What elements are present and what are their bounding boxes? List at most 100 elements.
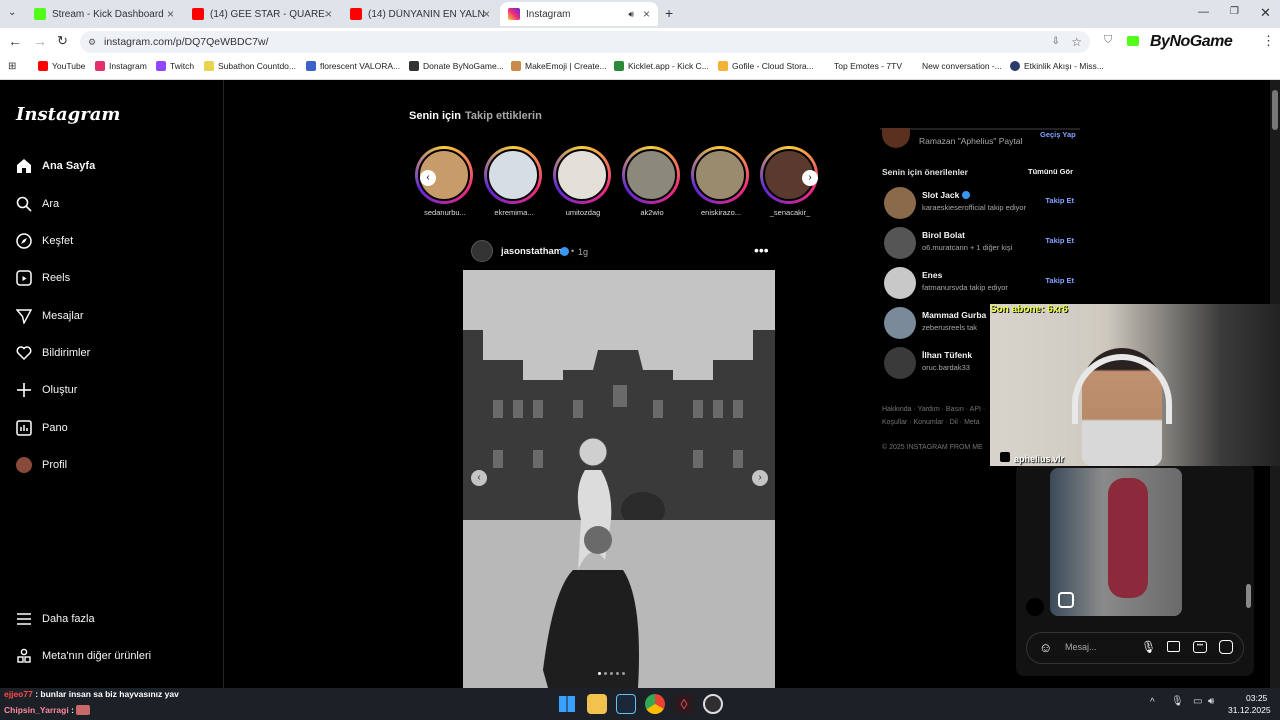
microphone-icon[interactable]: 🎙︎ (1141, 640, 1156, 654)
tray-chevron-icon[interactable]: ^ (1150, 697, 1155, 708)
nav-meta-products[interactable]: Meta'nın diğer ürünleri (16, 648, 151, 664)
menu-icon[interactable]: ⋮ (1262, 33, 1275, 49)
see-all-link[interactable]: Tümünü Gör (1028, 167, 1073, 176)
start-icon[interactable] (559, 696, 575, 712)
bynogame-logo[interactable]: ByNoGame (1150, 33, 1233, 51)
nav-messages[interactable]: Mesajlar (16, 308, 84, 324)
story-item[interactable]: eniskirazo... (691, 146, 751, 217)
avatar[interactable] (884, 307, 916, 339)
bookmark-valorant[interactable]: florescent VALORA... (306, 61, 400, 71)
footer-links[interactable]: Koşullar · Konumlar · Dil · Meta (882, 419, 980, 426)
nav-profile[interactable]: Profil (16, 457, 67, 473)
suggestion-name[interactable]: Slot Jack (922, 190, 959, 200)
avatar[interactable] (882, 128, 910, 148)
restore-icon[interactable]: ❐ (1230, 6, 1239, 17)
story-item[interactable]: ak2wio (622, 146, 682, 217)
reel-preview[interactable] (1050, 468, 1182, 616)
tab-youtube-1[interactable]: (14) GEE STAR - QUARESMA (Ft × (184, 2, 340, 26)
more-options-icon[interactable]: ••• (754, 242, 769, 258)
footer-links[interactable]: Hakkında · Yardım · Basın · API · (882, 406, 985, 413)
avatar[interactable] (884, 347, 916, 379)
shield-icon[interactable]: ⛉ (1104, 34, 1112, 47)
bookmark-youtube[interactable]: YouTube (38, 61, 85, 71)
tab-search-icon[interactable]: ⌄ (8, 7, 16, 18)
new-tab-icon[interactable]: + (665, 5, 673, 21)
bookmark-donate[interactable]: Donate ByNoGame... (409, 61, 504, 71)
nav-create[interactable]: Oluştur (16, 382, 77, 398)
close-icon[interactable]: × (643, 7, 650, 21)
avatar[interactable] (884, 187, 916, 219)
install-icon[interactable]: ⇩ (1052, 31, 1060, 53)
nav-dashboard[interactable]: Pano (16, 420, 68, 436)
apps-grid-icon[interactable]: ⊞ (8, 61, 16, 72)
extension-icon[interactable] (1127, 36, 1139, 46)
avatar[interactable] (471, 240, 493, 262)
suggestion-name[interactable]: Birol Bolat (922, 230, 965, 240)
tab-instagram[interactable]: Instagram 🔊︎ × (500, 2, 658, 26)
bookmark-subathon[interactable]: Subathon Countdo... (204, 61, 296, 71)
close-icon[interactable]: × (483, 7, 490, 21)
valorant-icon[interactable]: ◊ (674, 694, 694, 714)
gif-icon[interactable]: ••• (1193, 641, 1207, 653)
story-item[interactable]: ekremima... (484, 146, 544, 217)
display-icon[interactable]: ▭ (1193, 696, 1202, 707)
url-input[interactable]: ⚙ instagram.com/p/DQ7QeWBDC7w/ ⇩ ☆ (80, 31, 1090, 53)
nav-search[interactable]: Ara (16, 196, 59, 212)
post-username[interactable]: jasonstatham (501, 246, 562, 257)
close-icon[interactable]: × (325, 7, 332, 21)
suggestion-name[interactable]: Mammad Gurba (922, 310, 986, 320)
image-icon[interactable] (1167, 641, 1180, 652)
story-item[interactable]: umitozdag (553, 146, 613, 217)
steam-icon[interactable] (616, 694, 636, 714)
post-prev-icon[interactable]: ‹ (471, 470, 487, 486)
chrome-icon[interactable] (645, 694, 665, 714)
speaker-icon[interactable]: 🔊︎ (628, 9, 634, 20)
stories-next-icon[interactable]: › (802, 170, 818, 186)
nav-more[interactable]: Daha fazla (16, 611, 95, 627)
nav-notifications[interactable]: Bildirimler (16, 345, 90, 361)
suggestion-name[interactable]: İlhan Tüfenk (922, 350, 972, 360)
site-info-icon[interactable]: ⚙ (88, 31, 96, 53)
close-icon[interactable]: × (167, 7, 174, 21)
nav-home[interactable]: Ana Sayfa (16, 158, 95, 174)
microphone-icon[interactable]: 🎙︎ (1171, 696, 1184, 707)
back-icon[interactable]: ← (8, 33, 22, 49)
bookmark-7tv[interactable]: Top Emotes - 7TV (834, 61, 902, 71)
nav-explore[interactable]: Keşfet (16, 233, 73, 249)
tab-youtube-2[interactable]: (14) DÜNYANIN EN YALNIZ EVİ × (342, 2, 498, 26)
bookmark-gofile[interactable]: Gofile - Cloud Stora... (718, 61, 814, 71)
forward-icon[interactable]: → (33, 33, 47, 49)
window-close-icon[interactable]: ✕ (1260, 5, 1271, 21)
follow-button[interactable]: Takip Et (1045, 236, 1074, 245)
stories-prev-icon[interactable]: ‹ (420, 170, 436, 186)
bookmark-kicklet[interactable]: Kicklet.app - Kick C... (614, 61, 709, 71)
volume-icon[interactable]: 🔊︎ (1208, 696, 1214, 707)
avatar[interactable] (884, 227, 916, 259)
message-composer[interactable]: ☺ Mesaj... 🎙︎ ••• (1026, 632, 1244, 664)
panel-scrollbar[interactable] (1246, 584, 1251, 608)
obs-icon[interactable] (703, 694, 723, 714)
tab-for-you[interactable]: Senin için (409, 110, 461, 122)
bookmark-makeemoji[interactable]: MakeEmoji | Create... (511, 61, 607, 71)
minimize-icon[interactable]: — (1198, 6, 1209, 18)
nav-reels[interactable]: Reels (16, 270, 70, 286)
emoji-icon[interactable]: ☺ (1039, 640, 1052, 655)
bookmark-etkinlik[interactable]: Etkinlik Akışı - Miss... (1010, 61, 1104, 71)
post-next-icon[interactable]: › (752, 470, 768, 486)
follow-button[interactable]: Takip Et (1045, 276, 1074, 285)
sticker-icon[interactable] (1219, 640, 1233, 654)
tab-kick-dashboard[interactable]: Stream - Kick Dashboard × (26, 2, 182, 26)
message-input[interactable]: Mesaj... (1065, 642, 1097, 652)
clock-date[interactable]: 31.12.2025 (1228, 705, 1271, 715)
reload-icon[interactable]: ↻ (57, 33, 68, 49)
bookmark-twitch[interactable]: Twitch (156, 61, 194, 71)
switch-account-link[interactable]: Geçiş Yap (1040, 130, 1076, 139)
follow-button[interactable]: Takip Et (1045, 196, 1074, 205)
tab-following[interactable]: Takip ettiklerin (465, 110, 542, 122)
avatar[interactable] (884, 267, 916, 299)
bookmark-star-icon[interactable]: ☆ (1071, 31, 1082, 53)
suggestion-name[interactable]: Enes (922, 270, 942, 280)
bookmark-instagram[interactable]: Instagram (95, 61, 147, 71)
file-explorer-icon[interactable] (587, 694, 607, 714)
bookmark-new-conversation[interactable]: New conversation -... (922, 61, 1002, 71)
